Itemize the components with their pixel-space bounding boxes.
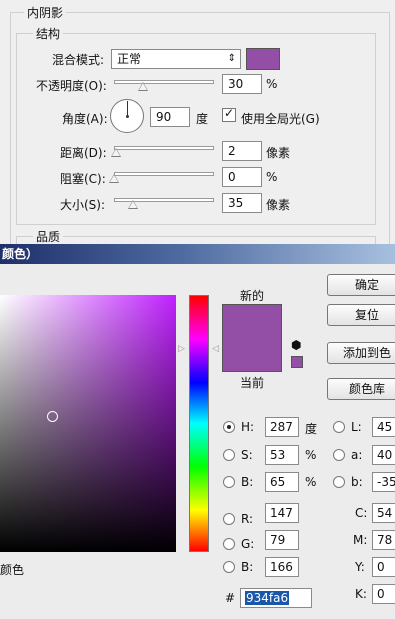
b-label: B: xyxy=(241,475,254,489)
angle-unit: 度 xyxy=(196,112,209,126)
b-radio[interactable] xyxy=(223,476,235,488)
inner-shadow-panel: 内阴影 结构 混合模式: 正常 ⇕ 不透明度(O): 30 % 角度(A): 9… xyxy=(0,0,395,244)
g-radio[interactable] xyxy=(223,538,235,550)
opacity-slider-thumb[interactable] xyxy=(138,82,148,91)
only-web-colors-label: 颜色 xyxy=(0,563,25,577)
global-light-label: 使用全局光(G) xyxy=(241,112,320,126)
angle-dial-center xyxy=(126,115,129,118)
l-input[interactable]: 45 xyxy=(372,417,395,437)
distance-input[interactable]: 2 xyxy=(222,141,262,161)
lab-b-label: b: xyxy=(351,475,363,489)
hex-value: 934fa6 xyxy=(245,591,290,605)
new-color-swatch xyxy=(222,304,282,338)
l-label: L: xyxy=(351,420,362,434)
b-unit: % xyxy=(305,475,317,489)
m-input[interactable]: 78 xyxy=(372,530,395,550)
h-label: H: xyxy=(241,420,255,434)
blend-mode-value: 正常 xyxy=(117,52,142,66)
lab-b-radio[interactable] xyxy=(333,476,345,488)
color-picker-titlebar[interactable]: 颜色） xyxy=(0,244,395,264)
choke-unit: % xyxy=(266,170,278,184)
opacity-slider-track[interactable] xyxy=(114,80,214,84)
angle-dial[interactable] xyxy=(110,99,144,133)
reset-button[interactable]: 复位 xyxy=(327,304,395,326)
hue-arrow-left-icon[interactable]: ▷ xyxy=(178,344,185,354)
quality-group xyxy=(16,236,376,244)
angle-input[interactable]: 90 xyxy=(150,107,190,127)
y-label: Y: xyxy=(355,560,365,574)
new-color-label: 新的 xyxy=(240,289,265,303)
c-label: C: xyxy=(355,506,368,520)
opacity-input[interactable]: 30 xyxy=(222,74,262,94)
choke-input[interactable]: 0 xyxy=(222,167,262,187)
a-radio[interactable] xyxy=(333,449,345,461)
distance-label: 距离(D): xyxy=(60,146,107,160)
distance-slider-thumb[interactable] xyxy=(111,148,121,157)
shadow-color-swatch[interactable] xyxy=(246,48,280,70)
lab-b-input[interactable]: -35 xyxy=(372,472,395,492)
current-color-label: 当前 xyxy=(240,376,265,390)
g-input[interactable]: 79 xyxy=(265,530,299,550)
hex-label: # xyxy=(225,591,236,605)
m-label: M: xyxy=(353,533,368,547)
quality-title: 品质 xyxy=(33,228,64,244)
blue-label: B: xyxy=(241,560,254,574)
angle-label: 角度(A): xyxy=(62,112,108,126)
c-input[interactable]: 54 xyxy=(372,503,395,523)
checkmark-icon: ✓ xyxy=(224,106,235,120)
g-label: G: xyxy=(241,537,255,551)
blue-radio[interactable] xyxy=(223,561,235,573)
blue-input[interactable]: 166 xyxy=(265,557,299,577)
choke-slider-thumb[interactable] xyxy=(109,174,119,183)
s-label: S: xyxy=(241,448,253,462)
color-picker-body: ▷ ◁ 新的 当前 ⬢ 确定 复位 添加到色 颜色库 H: 287 度 S: 5… xyxy=(0,264,395,619)
opacity-label: 不透明度(O): xyxy=(36,79,107,93)
h-radio[interactable] xyxy=(223,421,235,433)
l-radio[interactable] xyxy=(333,421,345,433)
s-input[interactable]: 53 xyxy=(265,445,299,465)
k-input[interactable]: 0 xyxy=(372,584,395,604)
h-input[interactable]: 287 xyxy=(265,417,299,437)
hue-arrow-right-icon[interactable]: ◁ xyxy=(212,344,219,354)
r-label: R: xyxy=(241,512,254,526)
s-unit: % xyxy=(305,448,317,462)
r-radio[interactable] xyxy=(223,513,235,525)
y-input[interactable]: 0 xyxy=(372,557,395,577)
blend-mode-label: 混合模式: xyxy=(52,53,105,67)
structure-title: 结构 xyxy=(33,25,64,42)
hue-slider[interactable] xyxy=(189,295,209,552)
hex-input[interactable]: 934fa6 xyxy=(240,588,312,608)
size-slider-thumb[interactable] xyxy=(128,200,138,209)
web-safe-swatch[interactable] xyxy=(291,356,303,368)
a-input[interactable]: 40 xyxy=(372,445,395,465)
color-field-cursor[interactable] xyxy=(47,411,58,422)
add-to-swatches-button[interactable]: 添加到色 xyxy=(327,342,395,364)
color-libraries-button[interactable]: 颜色库 xyxy=(327,378,395,400)
current-color-swatch[interactable] xyxy=(222,337,282,372)
distance-unit: 像素 xyxy=(266,146,291,160)
choke-label: 阻塞(C): xyxy=(60,172,106,186)
select-arrows-icon: ⇕ xyxy=(227,53,236,64)
color-field[interactable] xyxy=(0,295,176,552)
ok-button[interactable]: 确定 xyxy=(327,274,395,296)
distance-slider-track[interactable] xyxy=(114,146,214,150)
a-label: a: xyxy=(351,448,363,462)
size-label: 大小(S): xyxy=(60,198,106,212)
inner-shadow-title: 内阴影 xyxy=(24,4,67,21)
s-radio[interactable] xyxy=(223,449,235,461)
size-unit: 像素 xyxy=(266,198,291,212)
b-input[interactable]: 65 xyxy=(265,472,299,492)
global-light-checkbox[interactable]: ✓ xyxy=(222,106,236,122)
color-picker-title: 颜色） xyxy=(2,247,39,261)
blend-mode-select[interactable]: 正常 ⇕ xyxy=(111,49,241,69)
h-unit: 度 xyxy=(305,422,318,436)
opacity-unit: % xyxy=(266,77,278,91)
size-input[interactable]: 35 xyxy=(222,193,262,213)
r-input[interactable]: 147 xyxy=(265,503,299,523)
choke-slider-track[interactable] xyxy=(114,172,214,176)
print-gamut-icon[interactable]: ⬢ xyxy=(291,338,301,352)
k-label: K: xyxy=(355,587,367,601)
